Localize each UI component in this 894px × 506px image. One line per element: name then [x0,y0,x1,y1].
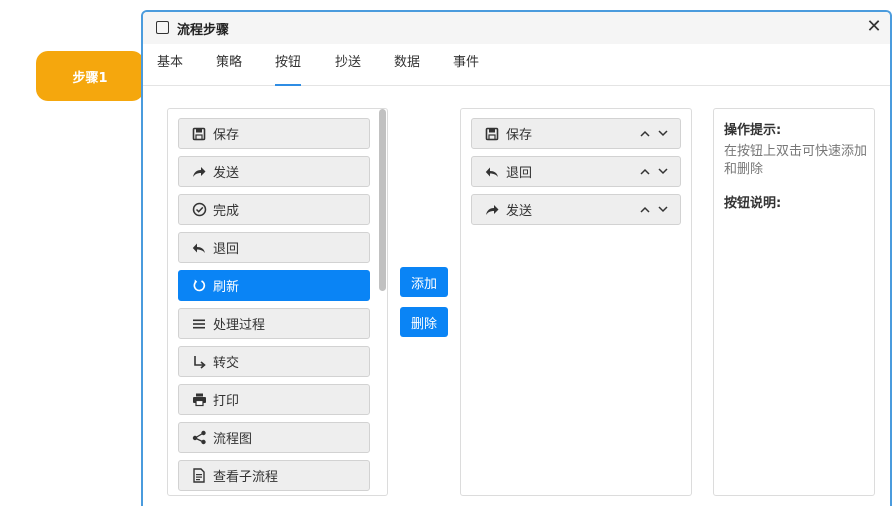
tab-strategy[interactable]: 策略 [216,54,242,86]
save-icon [484,126,500,142]
document-icon [191,468,207,484]
tab-basic[interactable]: 基本 [157,54,183,86]
tab-events[interactable]: 事件 [453,54,479,86]
scrollbar-thumb[interactable] [379,109,386,291]
button-description-title: 按钮说明: [724,196,782,211]
tab-cc[interactable]: 抄送 [335,54,361,86]
available-button-label: 保存 [213,128,240,143]
step-node-label: 步骤1 [72,70,108,86]
tab-bar: 基本 策略 按钮 抄送 数据 事件 [143,44,890,86]
chevron-up-icon[interactable] [638,127,652,141]
tab-data[interactable]: 数据 [394,54,420,86]
available-button-transfer[interactable]: 转交 [178,346,370,377]
selected-button-label: 发送 [506,204,533,219]
selected-button-save[interactable]: 保存 [471,118,681,149]
step-node[interactable]: 步骤1 [36,51,144,101]
available-button-flowchart[interactable]: 流程图 [178,422,370,453]
reorder-controls [638,195,670,224]
selected-button-label: 保存 [506,128,533,143]
reply-icon [484,164,500,180]
available-button-refresh[interactable]: 刷新 [178,270,370,301]
available-button-label: 流程图 [213,432,253,447]
window-icon [156,21,169,34]
check-circle-icon [191,202,207,218]
available-button-label: 退回 [213,242,240,257]
turn-right-icon [191,354,207,370]
send-icon [191,164,207,180]
available-buttons-panel[interactable]: 保存 发送 完成 退回 刷新 处理过程 转交 打印 流程图 查看子流程 [167,108,388,496]
canvas: 步骤1 流程步骤 ✕ 基本 策略 按钮 抄送 数据 事件 保存 发送 完成 退回… [0,0,894,506]
available-button-send[interactable]: 发送 [178,156,370,187]
chevron-down-icon[interactable] [656,165,670,179]
available-button-process[interactable]: 处理过程 [178,308,370,339]
reorder-controls [638,119,670,148]
available-button-label: 打印 [213,394,240,409]
chevron-down-icon[interactable] [656,127,670,141]
share-nodes-icon [191,430,207,446]
chevron-up-icon[interactable] [638,203,652,217]
available-button-return[interactable]: 退回 [178,232,370,263]
list-icon [191,316,207,332]
delete-button[interactable]: 删除 [400,307,448,337]
dialog-title: 流程步骤 [177,23,230,38]
selected-button-send[interactable]: 发送 [471,194,681,225]
tips-title: 操作提示: [724,123,782,138]
available-button-label: 处理过程 [213,318,266,333]
send-icon [484,202,500,218]
scrollbar[interactable] [379,109,386,495]
available-button-subflow[interactable]: 查看子流程 [178,460,370,491]
printer-icon [191,392,207,408]
tips-panel: 操作提示: 在按钮上双击可快速添加和删除 按钮说明: [713,108,875,496]
step-dialog: 流程步骤 ✕ 基本 策略 按钮 抄送 数据 事件 保存 发送 完成 退回 刷新 … [141,10,892,506]
tips-text: 在按钮上双击可快速添加和删除 [724,144,868,177]
available-button-save[interactable]: 保存 [178,118,370,149]
available-button-label: 发送 [213,166,240,181]
available-button-label: 转交 [213,356,240,371]
reorder-controls [638,157,670,186]
refresh-icon [191,278,207,294]
available-button-label: 刷新 [213,280,240,295]
selected-button-label: 退回 [506,166,533,181]
add-button[interactable]: 添加 [400,267,448,297]
save-icon [191,126,207,142]
available-button-complete[interactable]: 完成 [178,194,370,225]
available-button-print[interactable]: 打印 [178,384,370,415]
selected-buttons-panel[interactable]: 保存 退回 发送 [460,108,692,496]
reply-icon [191,240,207,256]
close-icon[interactable]: ✕ [864,16,884,38]
tab-buttons[interactable]: 按钮 [275,54,302,86]
chevron-up-icon[interactable] [638,165,652,179]
chevron-down-icon[interactable] [656,203,670,217]
available-button-label: 完成 [213,204,240,219]
available-button-label: 查看子流程 [213,470,279,485]
dialog-header: 流程步骤 ✕ [143,12,890,44]
selected-button-return[interactable]: 退回 [471,156,681,187]
